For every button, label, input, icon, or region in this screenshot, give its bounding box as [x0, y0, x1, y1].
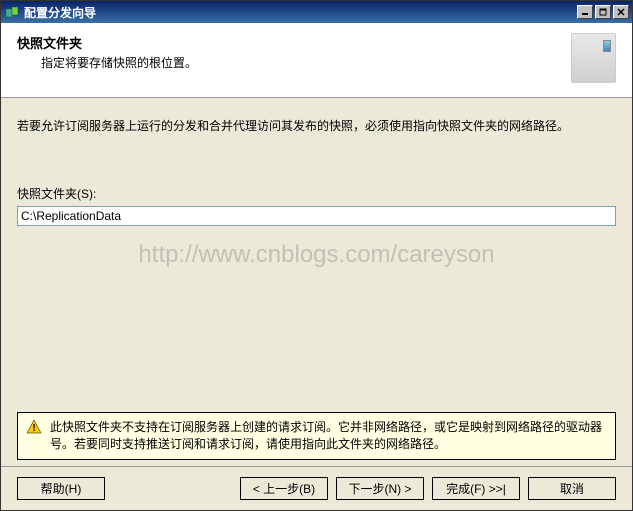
- snapshot-folder-input[interactable]: [17, 206, 616, 226]
- wizard-header: 快照文件夹 指定将要存储快照的根位置。: [1, 23, 632, 98]
- cancel-button[interactable]: 取消: [528, 477, 616, 500]
- wizard-body: 若要允许订阅服务器上运行的分发和合并代理访问其发布的快照，必须使用指向快照文件夹…: [1, 98, 632, 236]
- close-button[interactable]: [613, 5, 629, 19]
- warning-icon: !: [26, 419, 42, 435]
- window-title: 配置分发向导: [24, 4, 577, 21]
- help-button[interactable]: 帮助(H): [17, 477, 105, 500]
- finish-button[interactable]: 完成(F) >>|: [432, 477, 520, 500]
- next-button[interactable]: 下一步(N) >: [336, 477, 424, 500]
- warning-panel: ! 此快照文件夹不支持在订阅服务器上创建的请求订阅。它并非网络路径，或它是映射到…: [17, 412, 616, 460]
- page-subtitle: 指定将要存储快照的根位置。: [41, 54, 197, 71]
- svg-text:!: !: [32, 423, 35, 434]
- wizard-graphic-icon: [571, 33, 616, 83]
- instruction-text: 若要允许订阅服务器上运行的分发和合并代理访问其发布的快照，必须使用指向快照文件夹…: [17, 118, 616, 135]
- watermark-text: http://www.cnblogs.com/careyson: [1, 241, 632, 269]
- maximize-button[interactable]: [595, 5, 611, 19]
- page-title: 快照文件夹: [17, 33, 197, 52]
- minimize-button[interactable]: [577, 5, 593, 19]
- snapshot-folder-label: 快照文件夹(S):: [17, 185, 616, 202]
- wizard-footer: 帮助(H) < 上一步(B) 下一步(N) > 完成(F) >>| 取消: [1, 466, 632, 510]
- warning-message: 此快照文件夹不支持在订阅服务器上创建的请求订阅。它并非网络路径，或它是映射到网络…: [50, 419, 607, 453]
- titlebar: 配置分发向导: [1, 1, 632, 23]
- back-button[interactable]: < 上一步(B): [240, 477, 328, 500]
- app-icon: [4, 4, 20, 20]
- window-controls: [577, 5, 629, 19]
